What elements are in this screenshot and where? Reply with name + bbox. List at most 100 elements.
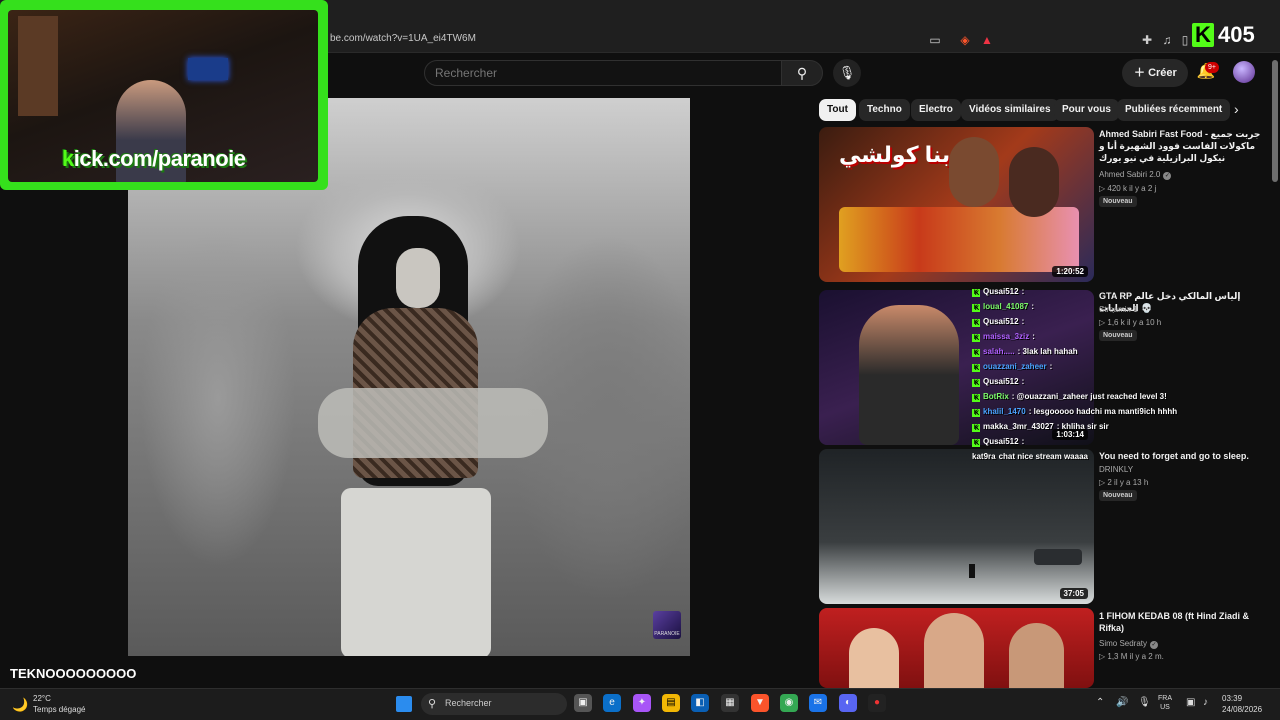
app-icon[interactable]: ▦ [721,694,739,712]
voice-search-button[interactable]: 🎙 [833,59,861,87]
chat-text: : @ouazzani_zaheer just reached level 3! [1011,392,1167,401]
brave-rewards-icon[interactable]: ▲ [980,33,994,47]
video-meta: ▷ 2 il y a 13 h [1099,478,1149,487]
chat-text: : [1032,332,1035,341]
chat-message: K BotRix: @ouazzani_zaheer just reached l… [972,389,1202,404]
search-box[interactable] [424,60,782,86]
stream-caption: TEKNOOOOOOOOO [10,666,137,681]
speaker-icon[interactable]: 🔊 [1116,697,1128,708]
kick-badge-icon: K [972,319,980,327]
food-illustration [839,207,1079,272]
chip-recently-published[interactable]: Publiées récemment [1117,99,1231,121]
recorder-icon[interactable]: ● [868,694,886,712]
network-icon[interactable]: ▣ [1186,697,1195,708]
chat-username: khalil_1470 [983,407,1026,416]
chat-message: Kkhalil_1470: lesgooooo hadchi ma manti9… [972,404,1202,419]
stream-chat-overlay: K Qusai512: Kloual_41087: K Qusai512: Kmaissa… [972,284,1202,464]
taskbar-search-label: Rechercher [445,698,492,708]
kick-badge-icon: K [972,364,980,372]
microphone-icon[interactable]: 🎙 [1138,697,1151,708]
volume-icon[interactable]: ♪ [1203,697,1208,708]
chip-for-you[interactable]: Pour vous [1054,99,1119,121]
kick-badge-icon: K [972,394,980,402]
task-view-icon[interactable]: ▣ [574,694,592,712]
search-icon: ⚲ [796,65,808,81]
brave-icon[interactable]: ▼ [751,694,769,712]
chat-message: K Qusai512: [972,284,1202,299]
chat-text: : khliha sir sir [1056,422,1109,431]
webcam-background [188,58,228,80]
chat-text: : [1021,317,1025,326]
clock-time[interactable]: 03:39 [1222,694,1242,703]
channel-name[interactable]: Ahmed Sabiri 2.0 ✓ [1099,170,1172,180]
person-illustration [1009,147,1059,217]
music-icon[interactable]: ♫ [1160,33,1174,47]
kick-badge-icon: K [972,289,980,297]
moon-icon[interactable]: 🌙 [12,697,28,713]
chat-text: chat nice stream waaaa [998,452,1088,461]
chip-all[interactable]: Tout [819,99,856,121]
channel-name[interactable]: DRINKLY [1099,465,1133,474]
character-pants [341,488,491,656]
chip-electro[interactable]: Electro [911,99,961,121]
sidebar-icon[interactable]: ▯ [1178,33,1192,47]
webcam-overlay: kick.com/paranoie [0,0,328,190]
brave-shield-icon[interactable]: ◈ [958,33,972,47]
clock-date[interactable]: 24/08/2026 [1222,705,1262,714]
kick-badge-icon: K [972,424,980,432]
chat-username: Qusai512 [983,437,1019,446]
video-thumbnail[interactable]: جربنا كولشي 1:20:52 [819,127,1094,282]
create-button[interactable]: ＋ Créer [1122,59,1188,87]
chat-text: : [1021,287,1025,296]
account-avatar[interactable] [1233,61,1255,83]
chat-text: : [1021,377,1025,386]
weather-temperature[interactable]: 22°C [33,694,51,703]
person-illustration [924,613,984,688]
discord-icon[interactable]: ◐ [839,694,857,712]
webcam-background [18,16,58,116]
chat-username: Qusai512 [983,287,1019,296]
url-text[interactable]: be.com/watch?v=1UA_ei4TW6M [330,33,476,44]
language-indicator[interactable]: FRA US [1158,694,1172,712]
chevron-right-icon[interactable]: › [1234,101,1239,117]
chat-username: ouazzani_zaheer [983,362,1047,371]
video-thumbnail[interactable]: 37:05 [819,449,1094,604]
chevron-up-icon[interactable]: ⌃ [1096,697,1104,708]
video-title[interactable]: Ahmed Sabiri Fast Food - جربت جميع ماكول… [1099,128,1264,164]
chat-username: Qusai512 [983,377,1019,386]
taskbar-search[interactable] [421,693,567,715]
channel-name[interactable]: Simo Sedraty ✓ [1099,639,1159,649]
chat-username: makka_3mr_43027 [983,422,1054,431]
chat-username: kat9ra [972,452,996,461]
chrome-icon[interactable]: ◉ [780,694,798,712]
chat-message: Kmakka_3mr_43027: khliha sir sir [972,419,1202,434]
search-button[interactable]: ⚲ [781,60,823,86]
chip-similar-videos[interactable]: Vidéos similaires [961,99,1059,121]
plus-icon: ＋ [1134,67,1149,79]
car-silhouette [1034,549,1082,565]
microphone-icon: 🎙 [838,65,856,80]
copilot-icon[interactable]: ✦ [633,694,651,712]
chip-techno[interactable]: Techno [859,99,910,121]
person-illustration [949,137,999,207]
chat-text: : [1021,437,1025,446]
weather-description[interactable]: Temps dégagé [33,705,85,714]
chat-text: : 3lak lah hahah [1017,347,1078,356]
windows-start-icon[interactable] [396,696,412,712]
chat-username: salah..... [983,347,1015,356]
search-input[interactable] [435,66,765,80]
store-icon[interactable]: ◧ [691,694,709,712]
video-duration: 1:20:52 [1052,266,1088,277]
video-thumbnail[interactable] [819,608,1094,688]
edge-icon[interactable]: e [603,694,621,712]
mail-icon[interactable]: ✉ [809,694,827,712]
page-scrollbar[interactable] [1272,60,1278,182]
file-explorer-icon[interactable]: ▤ [662,694,680,712]
channel-watermark[interactable]: PARANOIE [653,611,681,639]
video-title[interactable]: 1 FIHOM KEDAB 08 (ft Hind Ziadi & Rifka) [1099,610,1264,634]
viewer-counter: K 405 [1192,22,1255,48]
cast-icon[interactable]: ▭ [928,33,942,47]
extensions-icon[interactable]: ✚ [1140,33,1154,47]
chat-message: Kmaissa_3ziz: [972,329,1202,344]
chat-text: : lesgooooo hadchi ma manti9ich hhhh [1028,407,1178,416]
